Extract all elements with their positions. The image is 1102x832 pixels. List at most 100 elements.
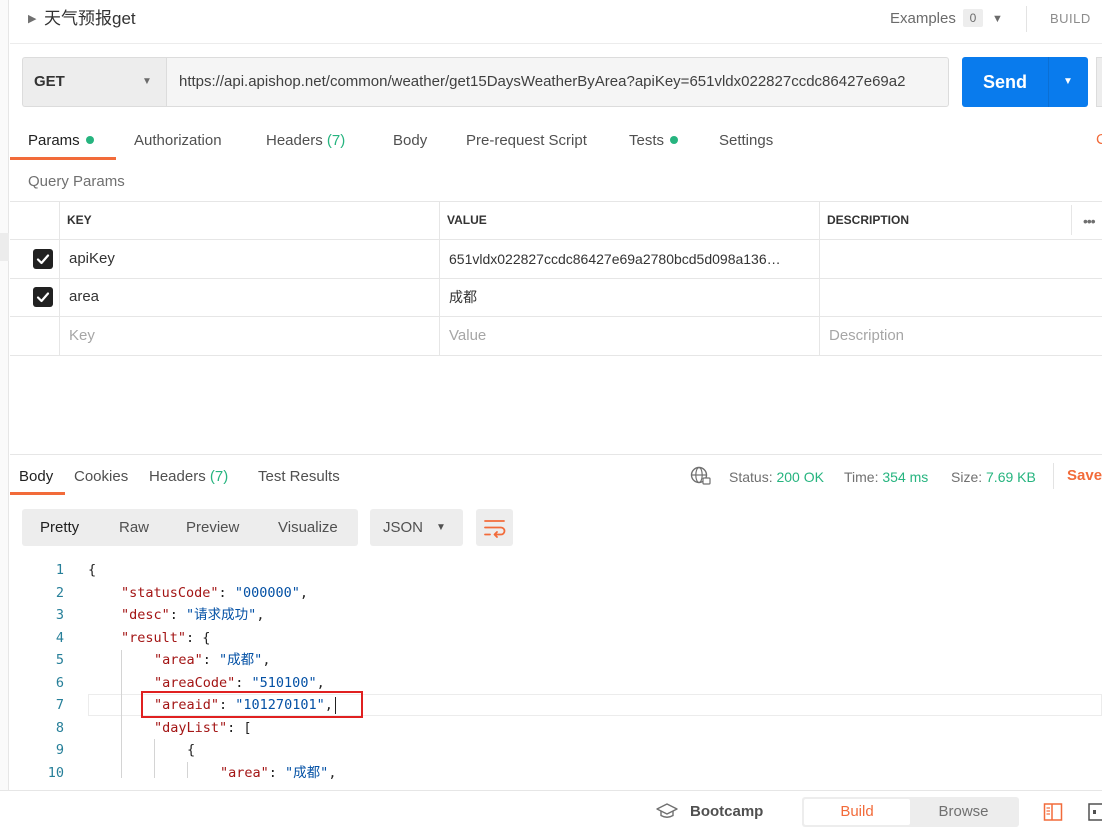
view-pretty-button[interactable]: Pretty: [40, 509, 79, 546]
cookies-link[interactable]: C: [1096, 131, 1102, 148]
view-preview-button[interactable]: Preview: [186, 509, 239, 546]
build-mode-button[interactable]: Build: [804, 799, 910, 825]
json-string: "成都": [285, 764, 329, 781]
new-value-input[interactable]: Value: [449, 326, 486, 346]
param-checkbox[interactable]: [33, 249, 53, 269]
tab-label: Params: [28, 132, 80, 149]
active-tab-indicator: [10, 157, 116, 160]
tab-label: Headers: [149, 468, 206, 485]
request-name[interactable]: 天气预报get: [44, 8, 136, 30]
annotation-highlight-box: [141, 691, 363, 718]
json-string: "000000": [234, 584, 300, 601]
new-description-input[interactable]: Description: [829, 326, 904, 346]
build-mode-label[interactable]: BUILD: [1050, 11, 1091, 26]
line-number: 7: [55, 697, 64, 713]
param-checkbox[interactable]: [33, 287, 53, 307]
code-line[interactable]: "dayList": [: [154, 717, 252, 740]
code-line[interactable]: "area": "成都",: [220, 762, 336, 785]
tab-authorization[interactable]: Authorization: [134, 131, 222, 151]
examples-dropdown[interactable]: Examples: [890, 9, 956, 29]
size-value: 7.69 KB: [986, 469, 1036, 485]
json-punctuation: ,: [262, 652, 271, 668]
param-value[interactable]: 成都: [449, 287, 809, 307]
time-value: 354 ms: [882, 469, 929, 485]
column-header-value: VALUE: [447, 213, 487, 227]
sidebar-edge: [0, 0, 9, 790]
tab-params[interactable]: Params: [28, 131, 94, 151]
tab-settings[interactable]: Settings: [719, 131, 773, 151]
code-line[interactable]: {: [88, 559, 96, 582]
new-key-input[interactable]: Key: [69, 326, 95, 346]
status-dot-icon: [85, 136, 94, 144]
json-key: "areaCode": [154, 674, 236, 691]
text-cursor: [335, 697, 336, 714]
code-line[interactable]: "result": {: [121, 627, 210, 650]
expand-caret-icon[interactable]: ▶: [28, 11, 40, 27]
table-border: [10, 239, 1102, 240]
json-punctuation: ,: [256, 607, 265, 623]
view-raw-button[interactable]: Raw: [119, 509, 149, 546]
table-border: [1071, 205, 1072, 235]
view-visualize-button[interactable]: Visualize: [278, 509, 338, 546]
tab-headers[interactable]: Headers (7): [266, 131, 345, 151]
table-border: [10, 201, 1102, 202]
send-options-chevron-icon[interactable]: ▼: [1048, 57, 1088, 107]
table-border: [819, 201, 820, 355]
pane-divider[interactable]: [10, 454, 1102, 455]
line-number: 5: [55, 652, 64, 668]
response-tab-test-results[interactable]: Test Results: [258, 467, 340, 487]
two-pane-view-icon[interactable]: [1043, 802, 1063, 822]
code-line[interactable]: "area": "成都",: [154, 649, 270, 672]
json-key: "area": [154, 652, 203, 668]
response-tab-cookies[interactable]: Cookies: [74, 467, 128, 487]
param-key[interactable]: apiKey: [69, 249, 429, 269]
globe-lock-icon[interactable]: [690, 466, 712, 486]
chevron-down-icon[interactable]: ▼: [436, 509, 446, 546]
json-punctuation: : [: [227, 719, 252, 736]
param-value[interactable]: 651vldx022827ccdc86427e69a2780bcd5d098a1…: [449, 249, 813, 269]
json-punctuation: :: [268, 764, 286, 781]
json-punctuation: ,: [316, 674, 325, 691]
chevron-down-icon[interactable]: ▼: [992, 9, 1003, 29]
browse-mode-button[interactable]: Browse: [910, 799, 1017, 825]
json-key: "result": [121, 629, 187, 646]
wrap-lines-button[interactable]: [476, 509, 513, 546]
indent-guide: [187, 762, 188, 778]
tab-tests[interactable]: Tests: [629, 131, 679, 151]
line-number: 8: [55, 719, 64, 736]
table-border: [59, 201, 60, 355]
time-readout[interactable]: Time: 354 ms: [844, 469, 928, 485]
tab-label: Tests: [629, 132, 665, 149]
line-number: 6: [55, 674, 64, 691]
tab-pre-request-script[interactable]: Pre-request Script: [466, 131, 587, 151]
pane-layout-icon[interactable]: [1088, 802, 1102, 822]
json-punctuation: ,: [328, 764, 337, 781]
json-punctuation: {: [187, 742, 196, 758]
status-readout[interactable]: Status: 200 OK: [729, 469, 824, 485]
send-button-label[interactable]: Send: [962, 57, 1048, 107]
more-options-icon[interactable]: •••: [1083, 213, 1096, 229]
headers-count: (7): [209, 468, 229, 485]
code-line[interactable]: "statusCode": "000000",: [121, 582, 308, 605]
tab-body[interactable]: Body: [393, 131, 427, 151]
response-tab-headers[interactable]: Headers (7): [149, 467, 228, 487]
examples-count-badge: 0: [963, 9, 983, 27]
url-value[interactable]: https://api.apishop.net/common/weather/g…: [179, 73, 939, 91]
chevron-down-icon[interactable]: ▼: [142, 76, 152, 87]
method-label: GET: [34, 73, 65, 90]
response-tab-body[interactable]: Body: [19, 467, 53, 487]
size-readout[interactable]: Size: 7.69 KB: [951, 469, 1036, 485]
format-label: JSON: [383, 519, 424, 536]
param-key[interactable]: area: [69, 287, 429, 307]
status-value: 200 OK: [776, 469, 824, 485]
code-line[interactable]: {: [187, 739, 195, 762]
line-number: 4: [55, 629, 64, 646]
save-response-button[interactable]: Save: [1067, 467, 1102, 484]
save-button[interactable]: [1096, 57, 1102, 107]
size-label: Size:: [951, 469, 983, 485]
json-string: "请求成功": [186, 607, 257, 623]
json-string: "成都": [219, 652, 263, 668]
bootcamp-button[interactable]: Bootcamp: [690, 803, 763, 820]
code-line[interactable]: "desc": "请求成功",: [121, 604, 264, 627]
json-punctuation: :: [235, 674, 252, 691]
